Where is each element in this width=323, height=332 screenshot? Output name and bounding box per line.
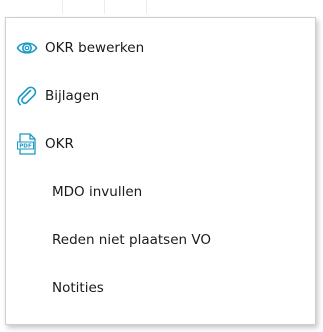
eye-icon bbox=[16, 37, 38, 59]
screen: OKR bewerken Bijlagen PDF OKR MDO invull… bbox=[0, 0, 323, 332]
menu-item-label: Notities bbox=[52, 280, 104, 296]
context-menu: OKR bewerken Bijlagen PDF OKR MDO invull… bbox=[5, 17, 316, 325]
menu-item-label: OKR bbox=[45, 136, 74, 152]
paperclip-icon bbox=[16, 85, 38, 107]
menu-item-okr[interactable]: PDF OKR bbox=[6, 124, 315, 164]
menu-item-bijlagen[interactable]: Bijlagen bbox=[6, 76, 315, 116]
menu-item-mdo-invullen[interactable]: MDO invullen bbox=[6, 172, 315, 212]
menu-item-notities[interactable]: Notities bbox=[6, 268, 315, 308]
menu-item-label: Bijlagen bbox=[45, 88, 100, 104]
background-table-header bbox=[0, 0, 323, 18]
svg-text:PDF: PDF bbox=[19, 144, 32, 150]
menu-item-label: OKR bewerken bbox=[45, 40, 145, 56]
menu-item-label: Reden niet plaatsen VO bbox=[52, 232, 211, 248]
menu-item-reden-niet-plaatsen-vo[interactable]: Reden niet plaatsen VO bbox=[6, 220, 315, 260]
column-divider bbox=[146, 0, 147, 14]
column-divider bbox=[62, 0, 63, 14]
column-divider bbox=[104, 0, 105, 14]
pdf-file-icon: PDF bbox=[16, 133, 38, 155]
menu-item-okr-bewerken[interactable]: OKR bewerken bbox=[6, 28, 315, 68]
menu-item-label: MDO invullen bbox=[52, 184, 143, 200]
